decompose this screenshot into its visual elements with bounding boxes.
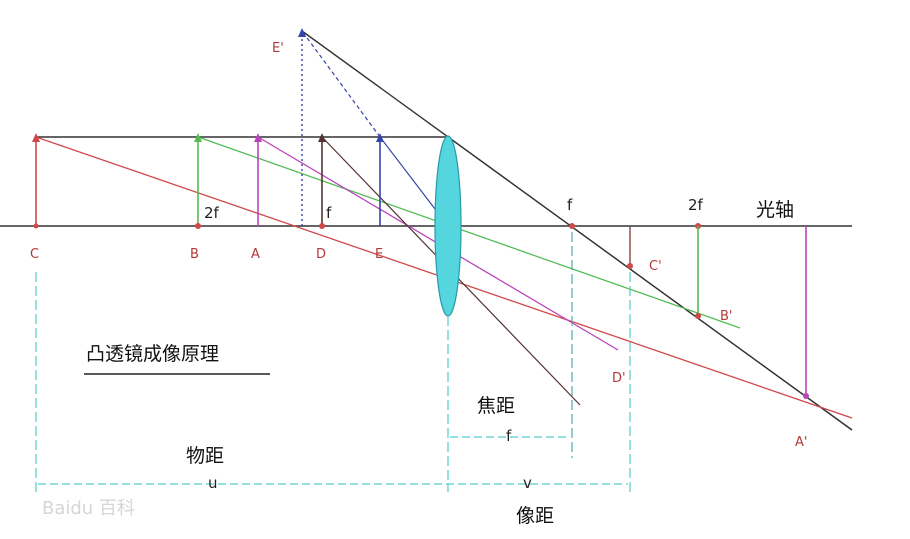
point-focal-far	[569, 223, 575, 229]
label-f-near: f	[326, 204, 332, 222]
point-b	[195, 223, 201, 229]
label-d-prime: D'	[612, 371, 626, 386]
optical-axis-label: 光轴	[756, 199, 794, 221]
image-distance-label: 像距	[516, 505, 554, 527]
ray-e-virtual	[301, 30, 381, 138]
label-a-prime: A'	[795, 435, 807, 450]
image-point-b-prime	[695, 313, 701, 319]
label-d: D	[316, 247, 326, 262]
object-distance-label: 物距	[186, 445, 224, 467]
image-distance-symbol: v	[523, 474, 532, 492]
label-2f-near: 2f	[204, 204, 220, 222]
convex-lens	[434, 135, 462, 317]
label-e: E	[375, 247, 383, 262]
point-d	[319, 223, 325, 229]
convex-lens-diagram: 光轴 C B A D E 2f f f 2f C' B' D' A' E' 焦距…	[0, 28, 853, 527]
image-point-a-prime	[803, 393, 809, 399]
object-distance-symbol: u	[208, 474, 218, 492]
point-c	[33, 223, 39, 229]
label-2f-far: 2f	[688, 196, 704, 214]
label-b: B	[190, 247, 199, 262]
label-c-prime: C'	[649, 259, 662, 274]
focal-length-label: 焦距	[477, 395, 515, 417]
watermark: Baidu 百科	[42, 498, 135, 519]
focal-length-symbol: f	[506, 427, 512, 445]
label-c: C	[30, 247, 39, 262]
ray-focal-refracted	[447, 136, 853, 431]
ray-b-through-center	[197, 136, 741, 329]
diagram-title: 凸透镜成像原理	[86, 343, 219, 365]
label-f-far: f	[567, 196, 573, 214]
label-e-prime: E'	[272, 41, 284, 56]
label-a: A	[251, 247, 260, 262]
image-point-c-prime	[627, 263, 633, 269]
label-b-prime: B'	[720, 309, 733, 324]
